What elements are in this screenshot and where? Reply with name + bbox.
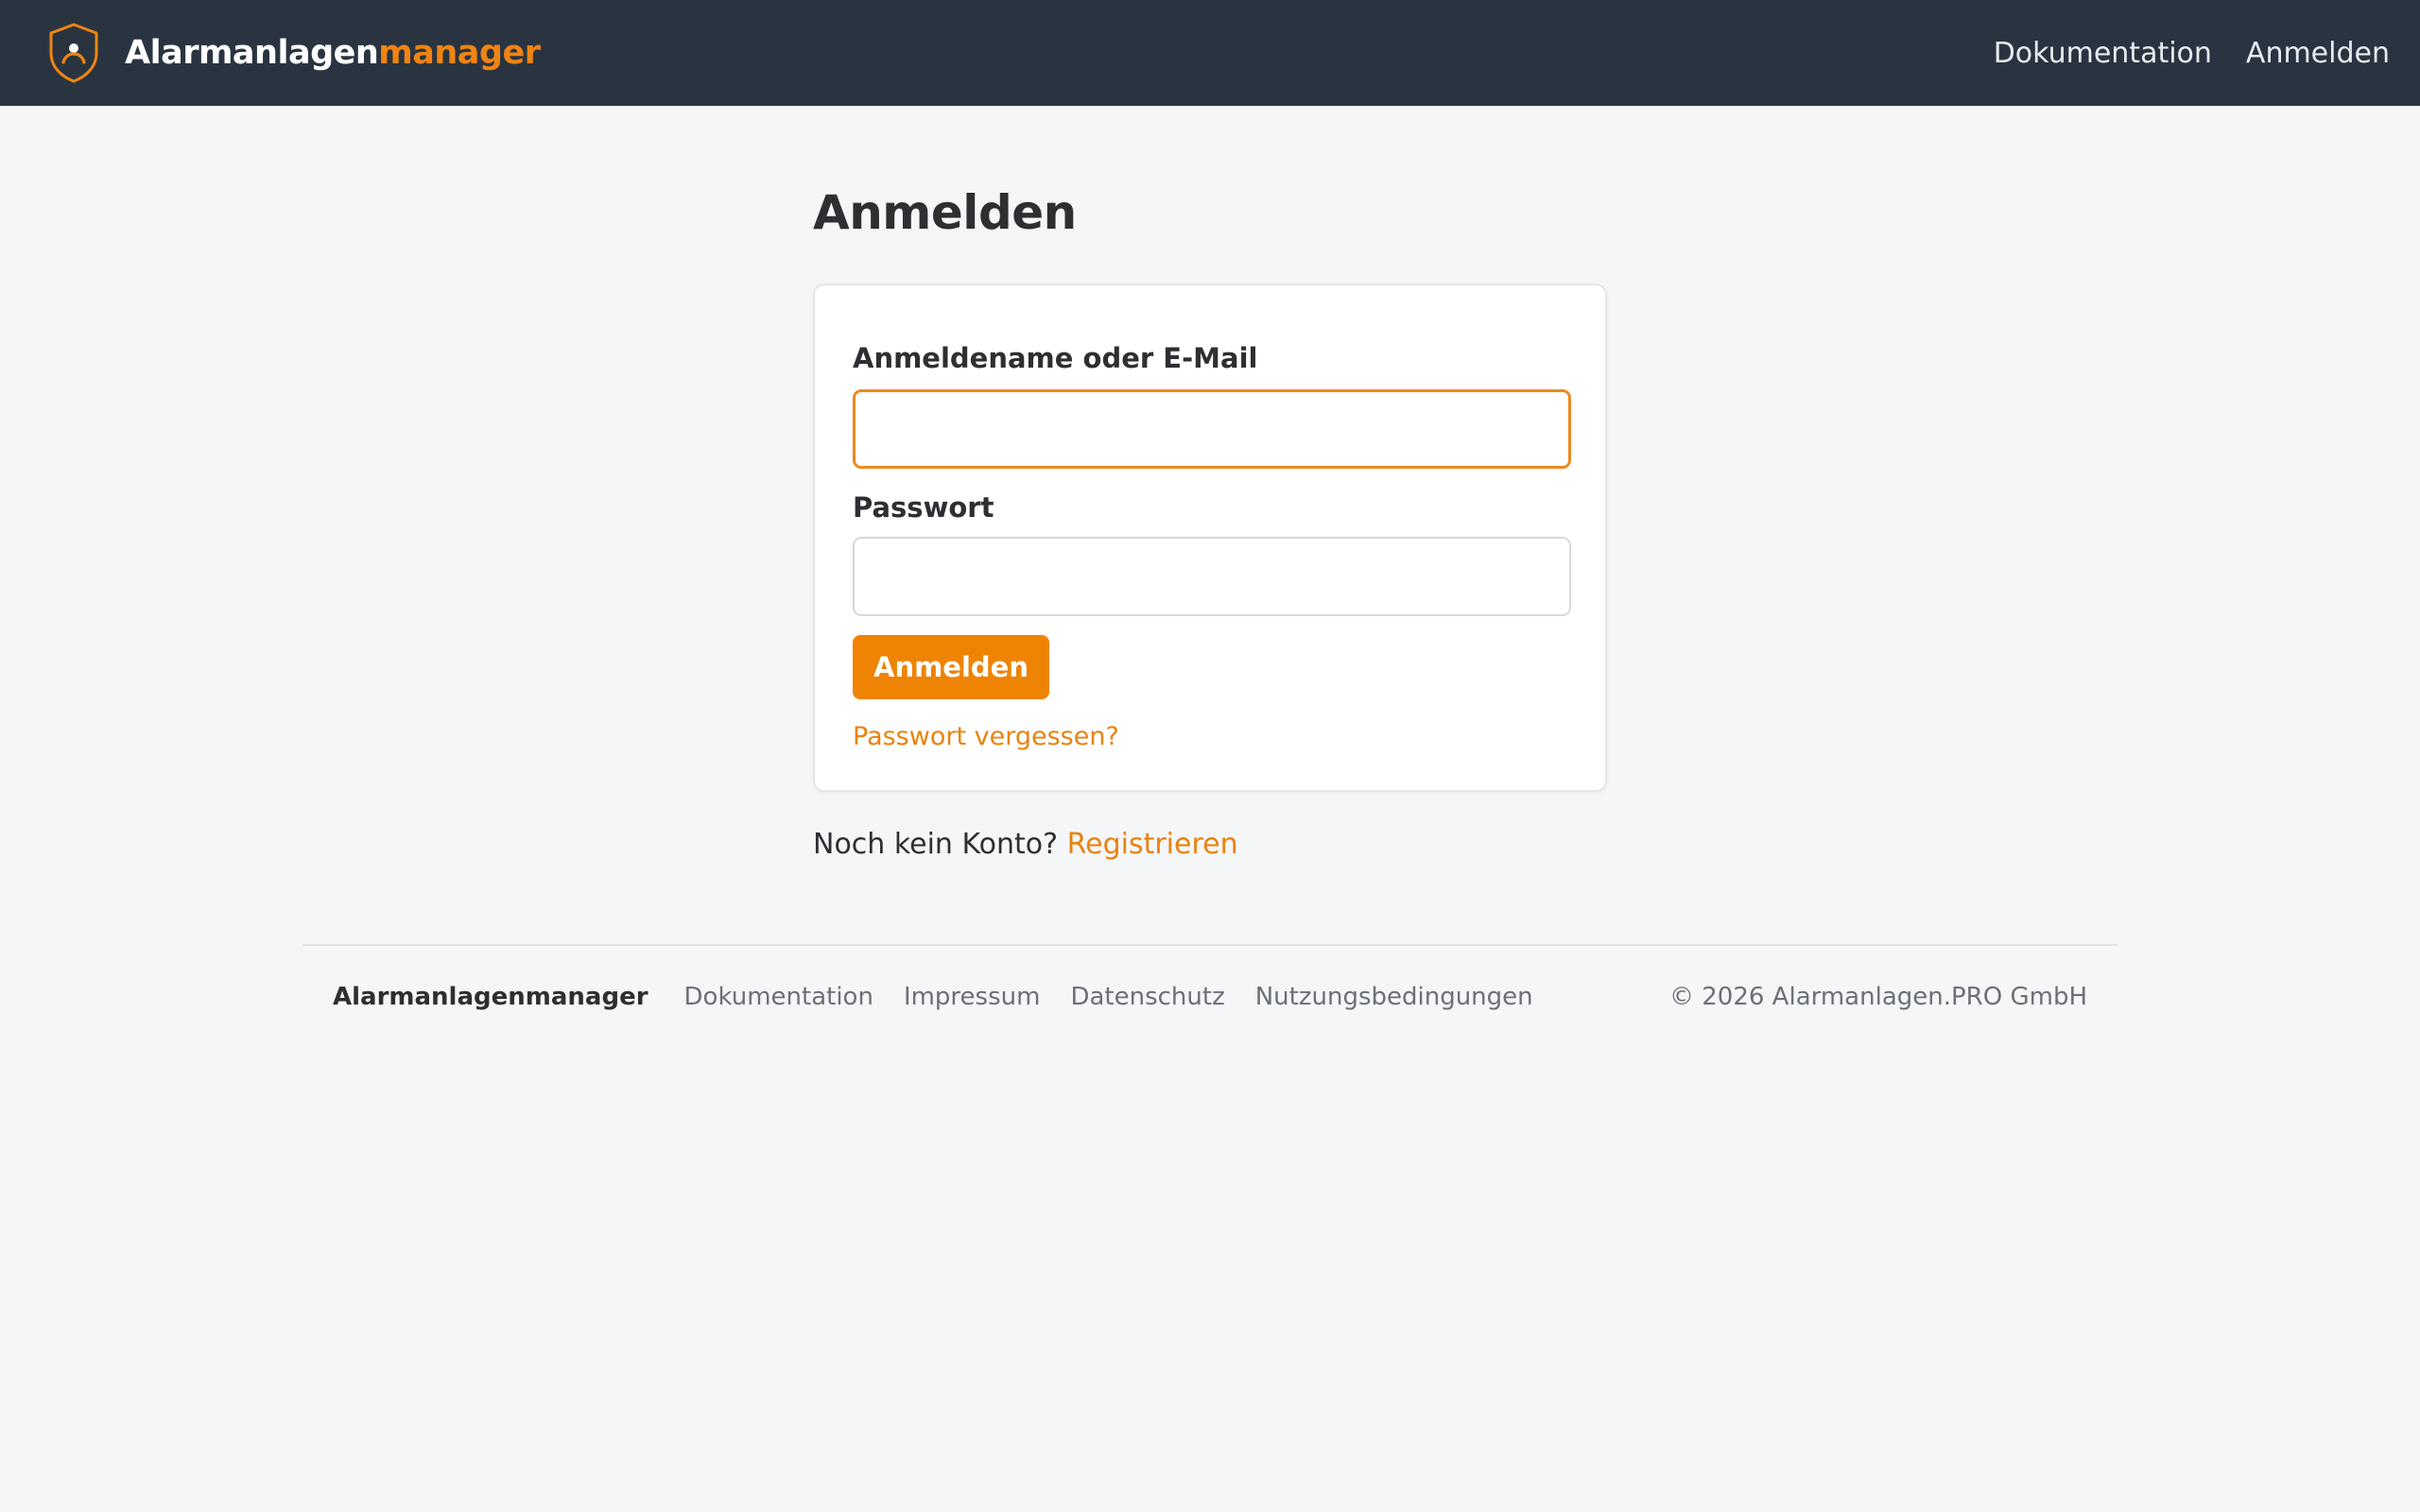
register-link[interactable]: Registrieren bbox=[1067, 828, 1238, 861]
username-label: Anmeldename oder E-Mail bbox=[853, 342, 1258, 374]
footer-link-datenschutz[interactable]: Datenschutz bbox=[1070, 983, 1224, 1011]
forgot-password-link[interactable]: Passwort vergessen? bbox=[853, 722, 1119, 751]
brand-home-link[interactable]: Alarmanlagenmanager bbox=[47, 21, 541, 85]
footer-link-impressum[interactable]: Impressum bbox=[904, 983, 1041, 1011]
footer-link-nutzungsbedingungen[interactable]: Nutzungsbedingungen bbox=[1255, 983, 1533, 1011]
shield-user-icon bbox=[49, 23, 98, 83]
password-label: Passwort bbox=[853, 491, 994, 524]
brand-name: Alarmanlagenmanager bbox=[125, 34, 541, 72]
footer-divider bbox=[302, 944, 2118, 946]
register-prompt-text: Noch kein Konto? bbox=[813, 828, 1059, 861]
nav-anmelden[interactable]: Anmelden bbox=[2246, 37, 2390, 70]
login-submit-button[interactable]: Anmelden bbox=[853, 635, 1049, 699]
footer-link-dokumentation[interactable]: Dokumentation bbox=[684, 983, 873, 1011]
top-nav: Dokumentation Anmelden bbox=[1960, 0, 2390, 106]
password-input[interactable] bbox=[853, 537, 1571, 616]
brand-name-part1: Alarmanlagen bbox=[125, 34, 379, 72]
page-title: Anmelden bbox=[813, 185, 1077, 240]
username-input[interactable] bbox=[853, 389, 1571, 469]
top-navbar: Alarmanlagenmanager Dokumentation Anmeld… bbox=[0, 0, 2420, 106]
footer: Alarmanlagenmanager Dokumentation Impres… bbox=[333, 973, 2087, 1021]
footer-copyright: © 2026 Alarmanlagen.PRO GmbH bbox=[1668, 983, 2087, 1011]
register-prompt: Noch kein Konto? Registrieren bbox=[813, 828, 1238, 861]
nav-dokumentation[interactable]: Dokumentation bbox=[1994, 37, 2212, 70]
brand-name-part2: manager bbox=[378, 34, 541, 72]
login-form-card: Anmeldename oder E-Mail Passwort Anmelde… bbox=[813, 284, 1607, 792]
footer-brand: Alarmanlagenmanager bbox=[333, 983, 648, 1011]
